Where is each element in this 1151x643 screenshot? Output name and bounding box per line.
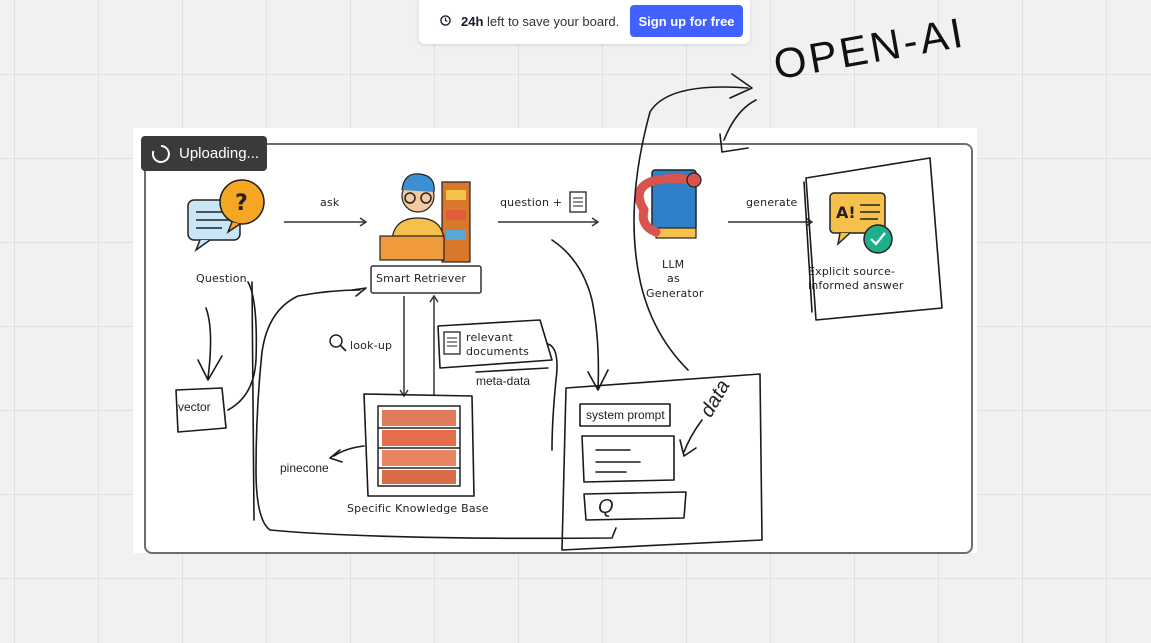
vector-annotation: vector: [178, 400, 211, 414]
ink-prompt-box: [561, 373, 763, 551]
ink-prompt-arrow: [551, 239, 609, 391]
meta-data-annotation: meta-data: [476, 374, 531, 388]
pinecone-annotation: pinecone: [280, 461, 329, 475]
ink-answer-box: [805, 157, 943, 321]
ink-openai-return: [719, 99, 757, 153]
system-prompt-annotation: system prompt: [586, 408, 665, 422]
ink-relevant-box: [437, 319, 553, 369]
ink-question-to-vector: [197, 307, 223, 381]
q-annotation: Q: [598, 496, 614, 518]
ink-knowledge-box: [363, 393, 475, 497]
ink-loop: [255, 289, 617, 540]
ink-annotations: [175, 73, 943, 551]
ink-metadata-line: [475, 367, 549, 373]
uploading-label: Uploading...: [179, 145, 260, 162]
ink-data-arrow: [679, 419, 703, 457]
loading-spinner-icon: [151, 145, 170, 163]
ink-data-lines: [595, 449, 641, 473]
ink-vertical-line: [251, 281, 255, 521]
uploading-toast: Uploading...: [141, 136, 267, 171]
ink-openai-curve: [633, 73, 753, 371]
ink-data-box: [581, 435, 675, 483]
ink-pinecone-arrow: [329, 445, 365, 463]
ink-retriever-arrow: [351, 287, 367, 297]
